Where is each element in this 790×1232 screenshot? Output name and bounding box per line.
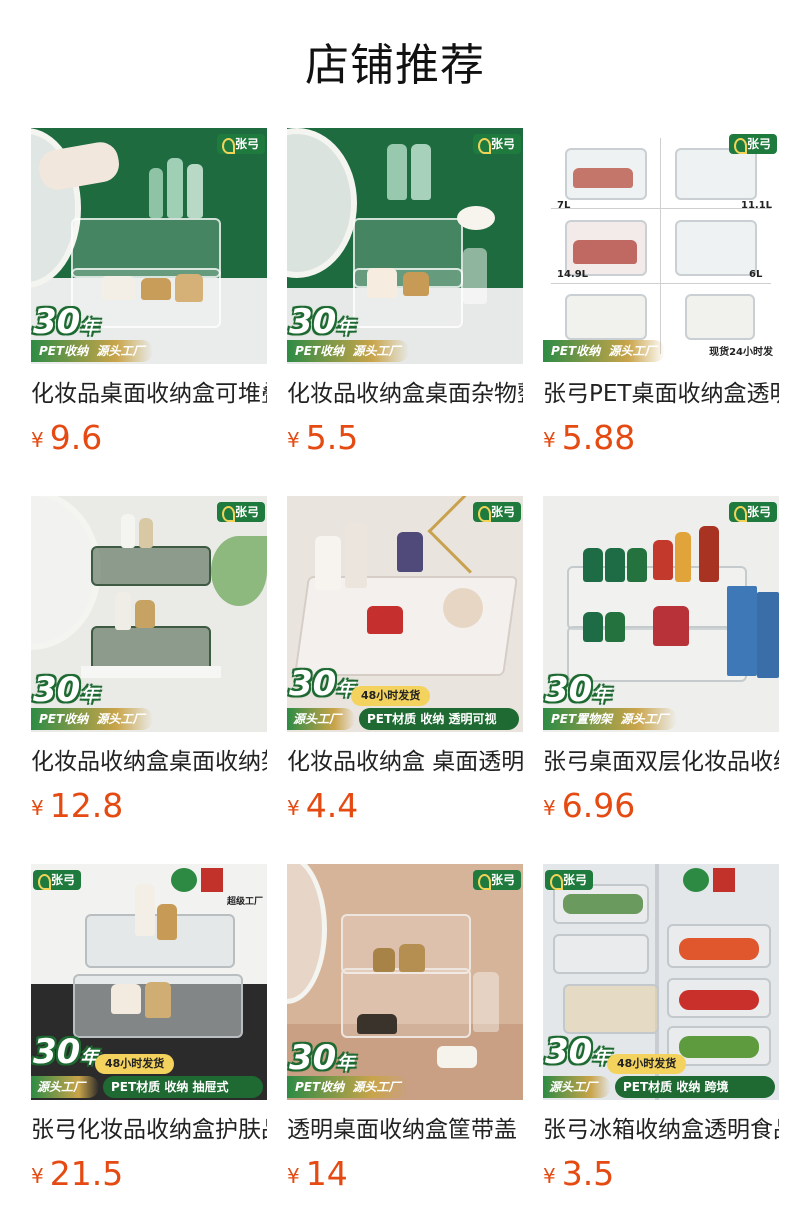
cert-label: 超级工厂 xyxy=(227,897,264,907)
product-image[interactable]: 张弓 30年 PET收纳 源头工厂 xyxy=(31,128,267,364)
years-badge: 30年 xyxy=(289,302,355,342)
product-image[interactable]: 张弓 30年 PET收纳 源头工厂 xyxy=(287,128,523,364)
product-name[interactable]: 化妆品收纳盒桌面杂物整理 xyxy=(287,376,523,412)
image-tag: PET置物架 源头工厂 xyxy=(543,708,677,730)
image-tag: PET材质 收纳 跨境 xyxy=(615,1076,775,1098)
image-tag: 源头工厂 xyxy=(31,1076,99,1098)
years-badge: 30年 xyxy=(33,670,99,710)
size-label: 7L xyxy=(557,200,571,211)
image-tag: PET材质 收纳 透明可视 xyxy=(359,708,519,730)
product-price: ¥5.5 xyxy=(287,418,359,457)
product-name[interactable]: 化妆品收纳盒 桌面透明 xyxy=(287,744,523,780)
shipping-badge: 48小时发货 xyxy=(351,686,431,706)
size-label: 6L xyxy=(749,269,763,280)
image-tag: PET收纳 源头工厂 xyxy=(287,1076,409,1098)
product-image[interactable]: 张弓 30年 48小时发货 源头工厂 PET材质 收纳 透明可视 xyxy=(287,496,523,732)
years-badge: 30年 xyxy=(33,302,99,342)
brand-label: 张弓 xyxy=(216,502,265,522)
image-tag: 源头工厂 xyxy=(287,708,355,730)
years-badge: 30年 xyxy=(289,1038,355,1078)
product-name[interactable]: 化妆品收纳盒桌面收纳架 xyxy=(31,744,267,780)
shipping-badge: 48小时发货 xyxy=(95,1054,175,1074)
product-name[interactable]: 张弓化妆品收纳盒护肤品 xyxy=(31,1112,267,1148)
product-name[interactable]: 化妆品桌面收纳盒可堆叠 xyxy=(31,376,267,412)
image-tag: PET材质 收纳 抽屉式 xyxy=(103,1076,263,1098)
product-image[interactable]: 张弓 30年 PET收纳 源头工厂 xyxy=(31,496,267,732)
image-tag: 源头工厂 xyxy=(543,1076,611,1098)
size-label: 14.9L xyxy=(557,269,589,280)
brand-label: 张弓 xyxy=(545,870,594,890)
page-title: 店铺推荐 xyxy=(305,40,485,91)
product-name[interactable]: 张弓冰箱收纳盒透明食品 xyxy=(543,1112,779,1148)
product-name[interactable]: 张弓桌面双层化妆品收纳 xyxy=(543,744,779,780)
product-name[interactable]: 张弓PET桌面收纳盒透明 xyxy=(543,376,779,412)
product-price: ¥14 xyxy=(287,1154,348,1193)
product-image[interactable]: 7L 11.1L 14.9L 6L 张弓 PET收纳 源头工厂 现货24小时发 xyxy=(543,128,779,364)
brand-label: 张弓 xyxy=(728,502,777,522)
product-price: ¥9.6 xyxy=(31,418,103,457)
product-price: ¥21.5 xyxy=(31,1154,124,1193)
shipping-badge: 48小时发货 xyxy=(607,1054,687,1074)
product-name[interactable]: 透明桌面收纳盒筐带盖 xyxy=(287,1112,523,1148)
product-price: ¥5.88 xyxy=(543,418,636,457)
brand-label: 张弓 xyxy=(216,134,265,154)
brand-label: 张弓 xyxy=(728,134,777,154)
brand-label: 张弓 xyxy=(33,870,82,890)
image-tag: PET收纳 源头工厂 xyxy=(31,708,153,730)
image-tag: PET收纳 源头工厂 xyxy=(31,340,153,362)
product-price: ¥6.96 xyxy=(543,786,636,825)
product-price: ¥12.8 xyxy=(31,786,124,825)
image-tag: PET收纳 源头工厂 xyxy=(543,340,665,362)
image-tag: PET收纳 源头工厂 xyxy=(287,340,409,362)
product-image[interactable]: 张弓 30年 PET收纳 源头工厂 xyxy=(287,864,523,1100)
years-badge: 30年 xyxy=(545,670,611,710)
size-label: 11.1L xyxy=(741,200,773,211)
brand-label: 张弓 xyxy=(472,502,521,522)
product-image[interactable]: 张弓 30年 PET置物架 源头工厂 xyxy=(543,496,779,732)
brand-label: 张弓 xyxy=(472,870,521,890)
product-image[interactable]: 超级工厂 张弓 30年 48小时发货 源头工厂 PET材质 收纳 抽屉式 xyxy=(31,864,267,1100)
brand-label: 张弓 xyxy=(472,134,521,154)
product-price: ¥4.4 xyxy=(287,786,359,825)
product-image[interactable]: 张弓 30年 48小时发货 源头工厂 PET材质 收纳 跨境 xyxy=(543,864,779,1100)
shipping-note: 现货24小时发 xyxy=(709,347,773,358)
product-price: ¥3.5 xyxy=(543,1154,615,1193)
